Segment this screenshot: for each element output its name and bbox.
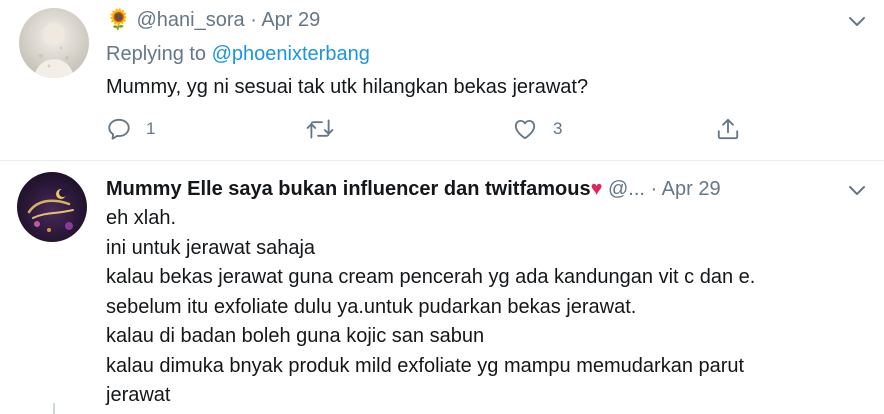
tweet-text-line: kalau bekas jerawat guna cream pencerah …: [106, 266, 756, 288]
retweet-button[interactable]: [306, 116, 348, 142]
avatar-image: [27, 189, 74, 232]
tweet-header: 🌻 @hani_sora · Apr 29: [106, 8, 320, 32]
avatar[interactable]: [17, 172, 87, 242]
retweet-icon: [306, 119, 334, 139]
thread-line: [53, 403, 55, 414]
tweet-date[interactable]: Apr 29: [662, 178, 721, 200]
chevron-down-icon[interactable]: [846, 179, 868, 201]
user-handle[interactable]: @...: [608, 178, 645, 200]
tweet-text-line: jerawat: [106, 384, 171, 406]
tweet-header: Mummy Elle saya bukan influencer dan twi…: [106, 177, 721, 201]
tweet-text: eh xlah. ini untuk jerawat sahaja kalau …: [106, 204, 755, 411]
display-name[interactable]: Mummy Elle saya bukan influencer dan twi…: [106, 178, 591, 200]
heart-emoji: ♥: [590, 178, 603, 200]
tweet-text-line: ini untuk jerawat sahaja: [106, 236, 316, 259]
avatar[interactable]: [19, 8, 89, 78]
tweet-text-line: kalau di badan boleh guna kojic san sabu…: [106, 325, 485, 347]
tweet-2[interactable]: Mummy Elle saya bukan influencer dan twi…: [0, 161, 884, 414]
separator-dot: ·: [650, 178, 658, 200]
replying-to-handle[interactable]: @phoenixterbang: [212, 43, 370, 65]
tweet-text-line: kalau dimuka bnyak produk mild exfoliate…: [106, 354, 745, 377]
tweet-1[interactable]: 🌻 @hani_sora · Apr 29 Replying to @phoen…: [0, 0, 884, 160]
reply-count: 1: [146, 119, 156, 138]
tweet-text-line: sebelum itu exfoliate dulu ya.untuk puda…: [106, 295, 637, 318]
tweet-date[interactable]: Apr 29: [261, 9, 320, 31]
separator-dot: ·: [250, 9, 257, 31]
like-button[interactable]: 3: [511, 116, 562, 142]
sunflower-emoji: 🌻: [106, 9, 131, 31]
like-count: 3: [553, 119, 563, 138]
user-handle[interactable]: @hani_sora: [136, 9, 244, 31]
replying-label: Replying to: [106, 43, 207, 65]
share-icon: [717, 118, 739, 140]
tweet-text-line: eh xlah.: [106, 207, 177, 229]
reply-button[interactable]: 1: [106, 116, 155, 142]
like-icon: [514, 119, 536, 140]
avatar-image: [34, 23, 74, 78]
share-button[interactable]: [715, 116, 741, 142]
replying-to: Replying to @phoenixterbang: [106, 42, 370, 66]
tweet-text: Mummy, yg ni sesuai tak utk hilangkan be…: [106, 76, 589, 98]
reply-icon: [108, 118, 130, 140]
chevron-down-icon[interactable]: [846, 10, 868, 32]
